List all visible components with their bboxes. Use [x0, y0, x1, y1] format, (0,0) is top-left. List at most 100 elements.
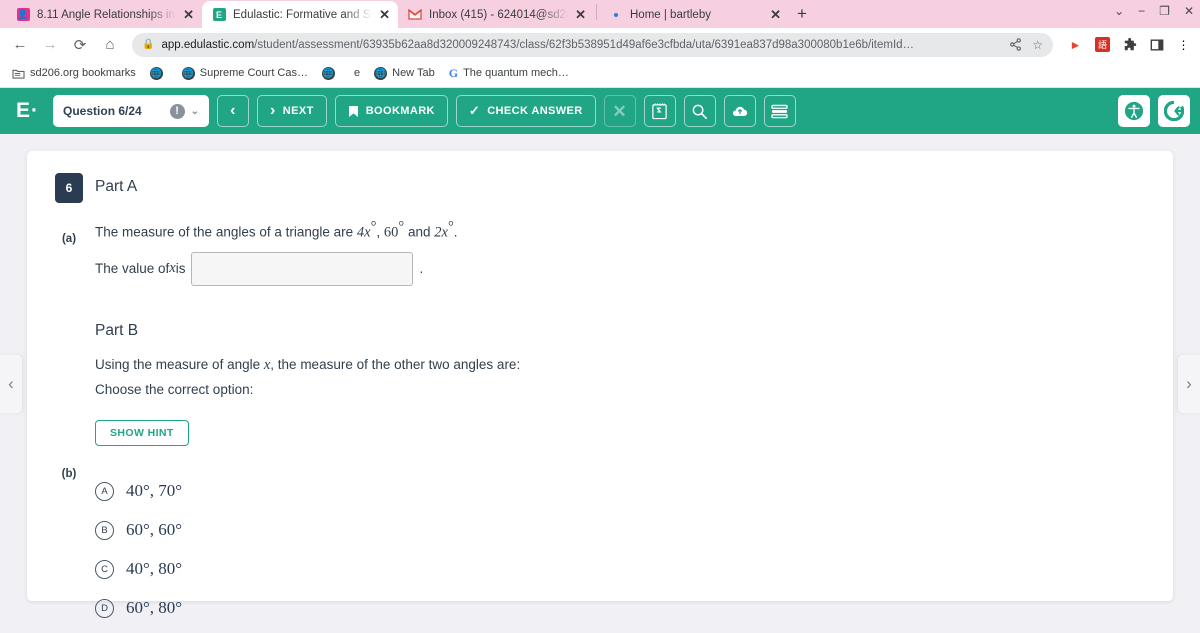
scratchpad-icon — [651, 102, 668, 120]
check-answer-label: CHECK ANSWER — [487, 105, 583, 117]
assessment-toolbar: E· Question 6/24 ! ⌄ ‹ › NEXT BOOKMARK — [0, 88, 1200, 134]
choice-text-d: 60°, 80° — [126, 598, 183, 618]
part-a-body: The measure of the angles of a triangle … — [95, 215, 458, 286]
tab-close-button[interactable]: ✕ — [183, 8, 194, 21]
chevron-down-icon: ⌄ — [190, 105, 200, 117]
question-number-badge: 6 — [55, 173, 83, 203]
contact-card-icon: 👤 — [16, 8, 30, 21]
bookmark-item-new-tab[interactable]: 🌐 New Tab — [370, 65, 439, 82]
tab-close-button[interactable]: ✕ — [379, 8, 390, 21]
check-answer-button[interactable]: ✓ CHECK ANSWER — [455, 95, 596, 127]
part-a-line2-post: is — [175, 261, 186, 277]
warning-icon: ! — [169, 103, 185, 119]
forward-icon[interactable]: → — [38, 33, 62, 57]
part-b-line-1: Using the measure of angle x, the measur… — [95, 353, 520, 378]
tab-title: Inbox (415) - 624014@sd206.or — [429, 8, 568, 21]
bookmark-label: BOOKMARK — [365, 105, 435, 117]
tab-strip: 👤 8.11 Angle Relationships in Para ✕ E E… — [0, 0, 1200, 28]
previous-question-button[interactable]: ‹ — [217, 95, 250, 127]
lock-icon: 🔒 — [142, 39, 155, 50]
choice-option-a[interactable]: A 40°, 70° — [95, 472, 182, 511]
magnifier-tool[interactable] — [683, 95, 716, 127]
bookmark-label: The quantum mech… — [463, 67, 569, 79]
accessibility-button[interactable] — [1118, 95, 1150, 127]
choice-list: A 40°, 70° B 60°, 60° C 40°, 80° D 60°, … — [95, 472, 182, 628]
bookmark-item-supreme-court[interactable]: 🌐 Supreme Court Cas… — [178, 65, 312, 82]
sidepanel-icon[interactable] — [1148, 36, 1165, 53]
browser-tab-4[interactable]: Home | bartleby ✕ — [599, 1, 789, 28]
globe-icon: 🌐 — [181, 66, 195, 80]
part-b-choices-row: (b) A 40°, 70° B 60°, 60° C 40°, 80° D 6… — [55, 468, 1145, 628]
list-menu-tool[interactable] — [763, 95, 796, 127]
choice-bubble-a[interactable]: A — [95, 481, 114, 501]
chrome-menu-icon[interactable]: ⋮ — [1175, 36, 1192, 53]
choice-text-a: 40°, 70° — [126, 481, 183, 501]
choice-bubble-d[interactable]: D — [95, 598, 114, 618]
choice-option-d[interactable]: D 60°, 80° — [95, 589, 182, 628]
strikethrough-tool[interactable]: ✕ — [603, 95, 636, 127]
choice-option-b[interactable]: B 60°, 60° — [95, 511, 182, 550]
globe-icon: 🌐 — [149, 66, 163, 80]
choice-bubble-b[interactable]: B — [95, 520, 114, 540]
show-hint-button[interactable]: SHOW HINT — [95, 419, 189, 446]
bookmark-label: New Tab — [392, 67, 435, 79]
tab-close-button[interactable]: ✕ — [575, 8, 586, 21]
bookmark-flag-icon — [348, 105, 359, 118]
home-icon[interactable]: ⌂ — [98, 33, 122, 57]
address-bar[interactable]: 🔒 app.edulastic.com/student/assessment/6… — [132, 32, 1053, 57]
share-icon[interactable] — [1009, 38, 1022, 51]
part-a-sublabel: (a) — [61, 233, 77, 245]
scratchpad-tool[interactable] — [643, 95, 676, 127]
choice-bubble-c[interactable]: C — [95, 559, 114, 579]
bookmark-item-2[interactable]: 🌐 — [146, 65, 172, 82]
choice-option-c[interactable]: C 40°, 80° — [95, 550, 182, 589]
exit-icon — [1164, 101, 1184, 121]
screencast-icon[interactable]: ► — [1067, 36, 1084, 53]
reload-icon[interactable]: ⟳ — [68, 33, 92, 57]
puzzle-extension-icon[interactable] — [1121, 36, 1138, 53]
part-a-line2-pre: The value of — [95, 261, 170, 277]
browser-tab-3[interactable]: Inbox (415) - 624014@sd206.or ✕ — [398, 1, 594, 28]
tab-title: Home | bartleby — [630, 8, 711, 21]
browser-tab-2-active[interactable]: E Edulastic: Formative and Summ ✕ — [202, 1, 398, 28]
back-icon[interactable]: ← — [8, 33, 32, 57]
google-icon: G — [448, 65, 459, 80]
part-a-header-row: 6 Part A — [55, 173, 1145, 203]
logo-dot: · — [31, 99, 38, 122]
browser-tab-1[interactable]: 👤 8.11 Angle Relationships in Para ✕ — [6, 1, 202, 28]
bookmark-star-icon[interactable]: ☆ — [1032, 38, 1043, 52]
minimize-icon[interactable]: − — [1138, 4, 1145, 18]
new-tab-button[interactable]: + — [789, 1, 815, 27]
bookmark-folder-sd206[interactable]: sd206.org bookmarks — [8, 65, 140, 81]
url-domain: app.edulastic.com — [161, 38, 255, 51]
cloud-upload-tool[interactable] — [723, 95, 756, 127]
period-1: . — [453, 224, 458, 240]
bookmark-label: Supreme Court Cas… — [199, 67, 308, 79]
maximize-icon[interactable]: ❐ — [1159, 4, 1170, 18]
question-selector[interactable]: Question 6/24 ! ⌄ — [53, 95, 210, 127]
question-selector-label: Question 6/24 — [63, 104, 142, 118]
bookmark-item-e[interactable]: e — [350, 65, 364, 81]
restore-down-icon[interactable]: ⌄ — [1114, 4, 1124, 18]
edulastic-icon: E — [212, 8, 226, 22]
close-window-icon[interactable]: ✕ — [1184, 4, 1194, 18]
close-x-icon: ✕ — [612, 101, 627, 121]
globe-icon: 🌐 — [322, 66, 335, 80]
list-lines-icon — [771, 104, 788, 119]
translate-icon[interactable]: 語 — [1094, 36, 1111, 53]
check-icon: ✓ — [468, 103, 481, 118]
accessibility-icon — [1124, 101, 1144, 121]
exit-button[interactable] — [1158, 95, 1190, 127]
bookmark-item-4[interactable]: 🌐 — [318, 65, 344, 82]
next-question-button[interactable]: › NEXT — [257, 95, 327, 127]
bookmark-button[interactable]: BOOKMARK — [334, 95, 448, 127]
bookmark-item-quantum[interactable]: G The quantum mech… — [445, 64, 573, 83]
bookmark-label: sd206.org bookmarks — [30, 67, 136, 79]
part-a-title: Part A — [95, 178, 138, 195]
edulastic-logo[interactable]: E · — [10, 99, 45, 123]
previous-item-arrow[interactable]: ‹ — [0, 354, 22, 413]
answer-input-part-a[interactable] — [191, 251, 414, 286]
tab-close-button[interactable]: ✕ — [770, 8, 781, 21]
expr-60: 60 — [383, 224, 399, 241]
next-item-arrow[interactable]: › — [1178, 354, 1200, 413]
